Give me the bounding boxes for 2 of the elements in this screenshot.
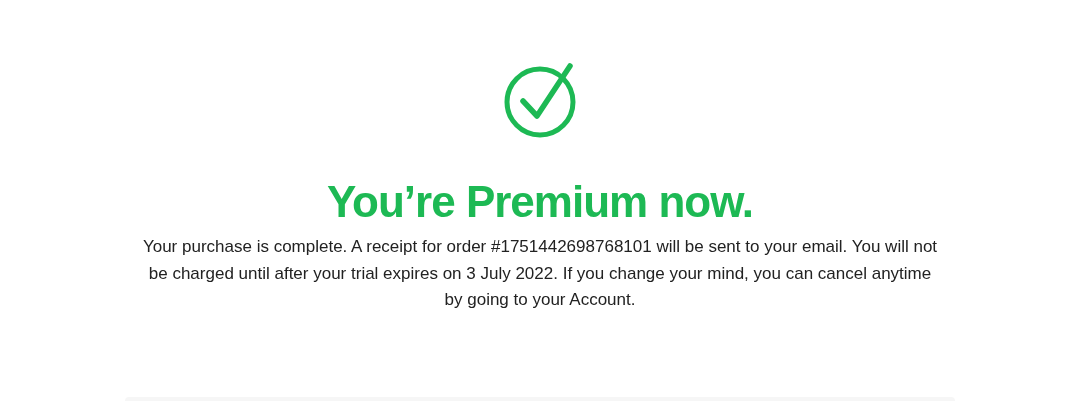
heading: You’re Premium now. <box>327 176 753 228</box>
confirmation-message: Your purchase is complete. A receipt for order #1751442698768101 will be sent to your email. You will not be charged until after your trial expires on 3 July 2022. If you change your mind, you can cancel anytime by going to your Account. <box>141 236 939 311</box>
